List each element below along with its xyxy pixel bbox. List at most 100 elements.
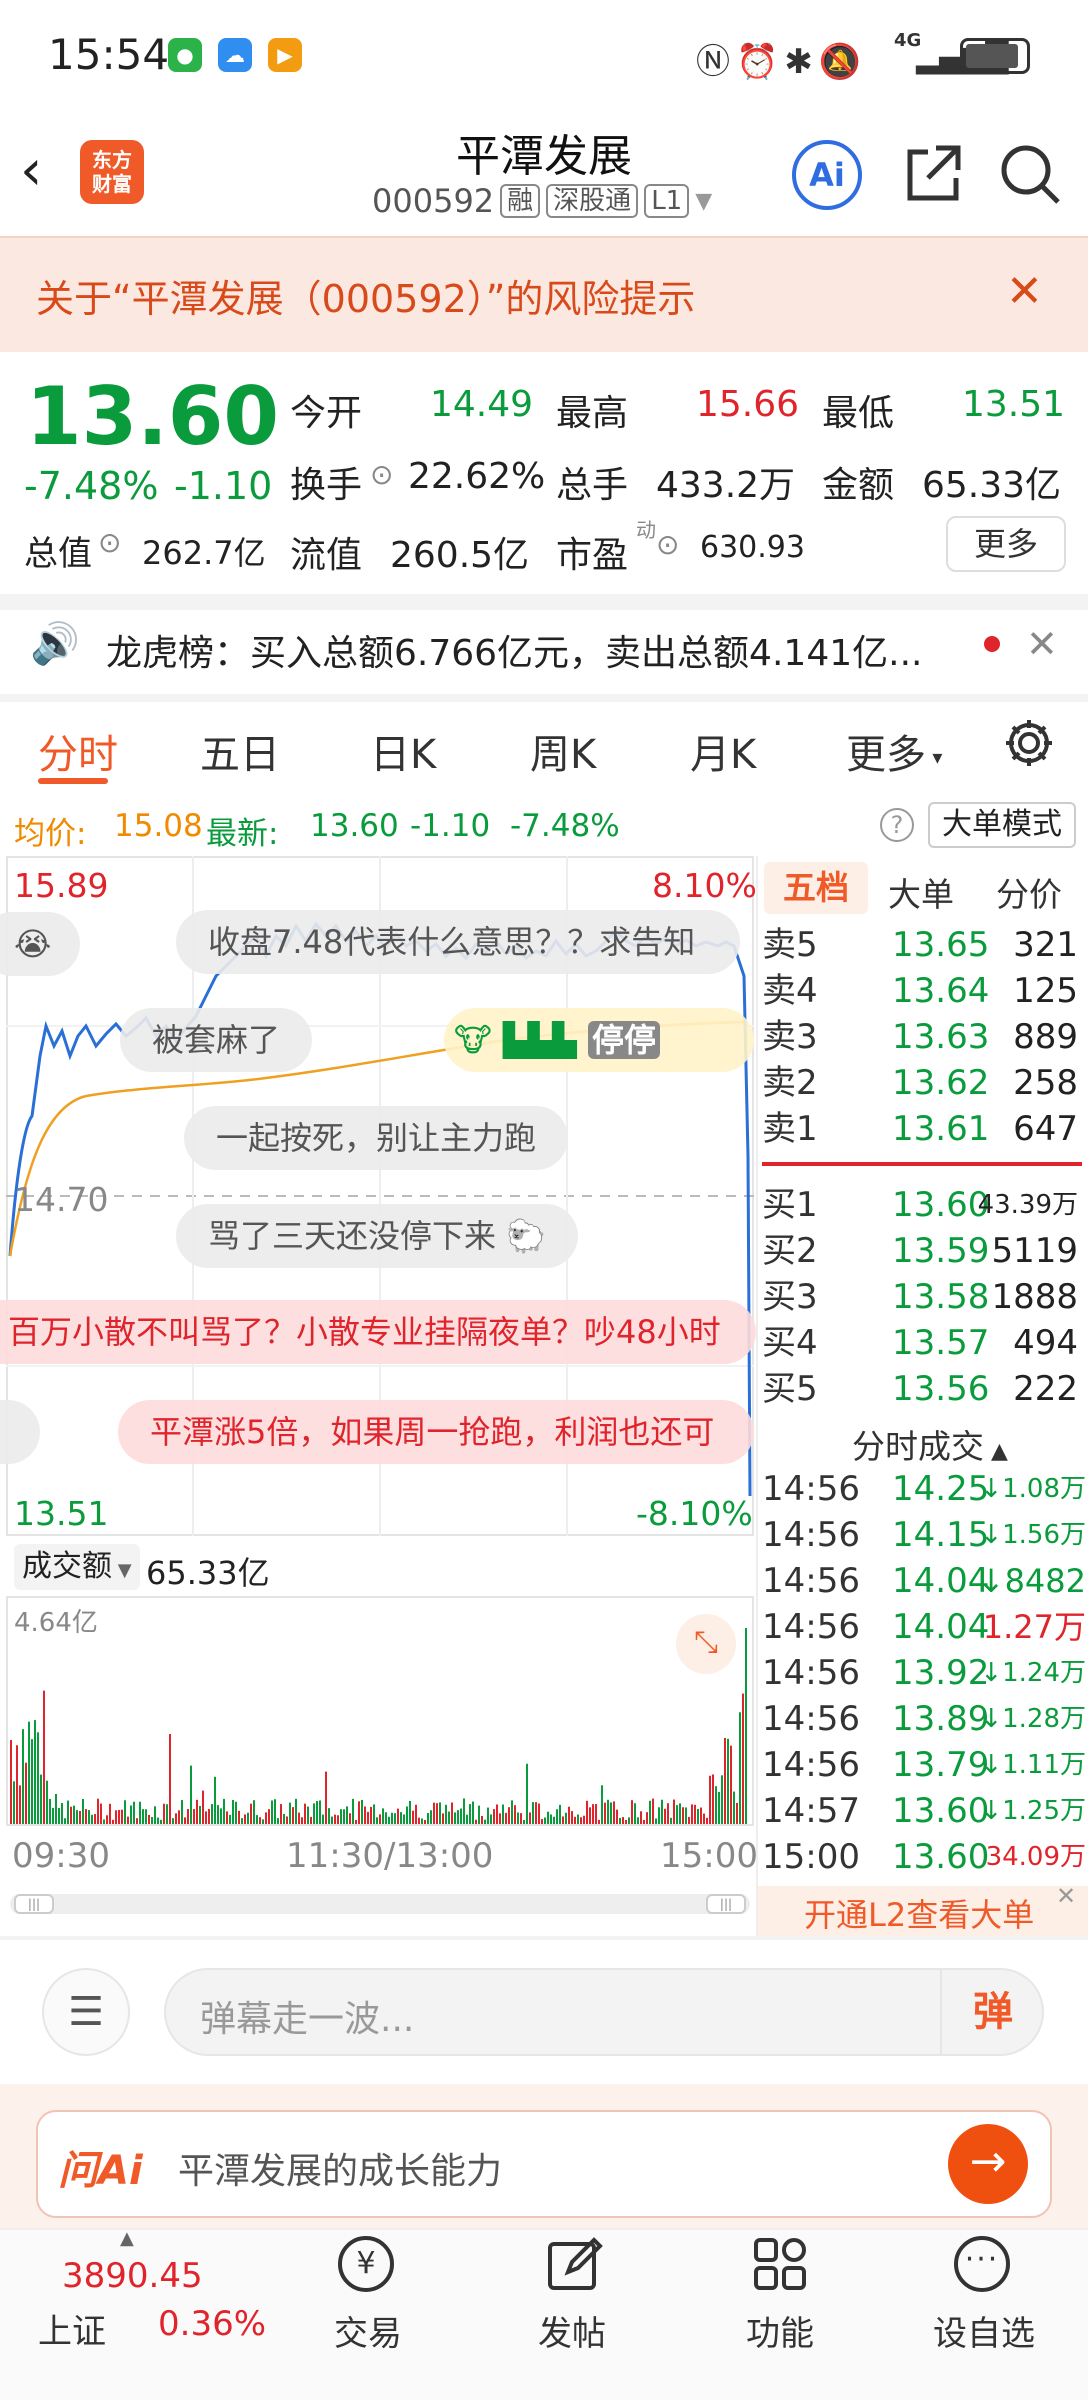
bid-row[interactable]: 买5 13.56 222 (762, 1366, 1088, 1412)
info-icon[interactable]: ⊙ (98, 526, 121, 559)
bid-row[interactable]: 买3 13.58 1888 (762, 1274, 1088, 1320)
l2-promo-text[interactable]: 开通L2查看大单 (804, 1890, 1034, 1936)
ask-row[interactable]: 卖4 13.64 125 (762, 968, 1088, 1014)
tick-time: 14:56 (762, 1469, 860, 1509)
expand-icon[interactable]: ⤡ (676, 1614, 736, 1674)
tick-row: 14:56 14.04 1.27万 (762, 1604, 1088, 1650)
share-icon[interactable] (900, 140, 966, 210)
volume-bar (373, 1804, 375, 1824)
level-price: 13.62 (892, 1063, 990, 1103)
volume-bar (532, 1802, 534, 1824)
tab-big-orders[interactable]: 大单 (888, 868, 954, 916)
level-price: 13.60 (892, 1185, 990, 1225)
dragon-tiger-text[interactable]: 龙虎榜：买入总额6.766亿元，卖出总额4.141亿... (106, 624, 922, 676)
yen-icon[interactable]: ¥ (338, 2236, 394, 2292)
danmaku-placeholder[interactable]: 弹幕走一波... (200, 1990, 414, 2042)
ticks-title[interactable]: 分时成交 ▲ (852, 1420, 1008, 1468)
volume-bar (508, 1807, 510, 1824)
tab-intraday[interactable]: 分时 (38, 722, 118, 780)
volume-bar (292, 1807, 294, 1824)
tick-time: 14:56 (762, 1515, 860, 1555)
ai-brand: 问Ai (58, 2148, 143, 2194)
search-icon[interactable] (996, 140, 1064, 212)
settings-icon[interactable] (1002, 716, 1056, 774)
chevron-down-icon: ▼ (695, 188, 713, 214)
danmaku-emoji-item[interactable]: 🐮 ▙▙▙ 停停 (444, 1008, 754, 1072)
volume-bar (187, 1809, 189, 1824)
arrow-right-icon[interactable]: → (948, 2124, 1028, 2204)
danmaku-item[interactable]: 百万小散不叫骂了？小散专业挂隔夜单？吵48小时 (0, 1300, 756, 1364)
danmaku-settings-icon[interactable]: ☰ (42, 1968, 130, 2056)
nav-post[interactable]: 发帖 (502, 2306, 642, 2355)
index-value[interactable]: 3890.45 (62, 2256, 203, 2296)
danmaku-send-button[interactable]: 弹 (940, 1968, 1044, 2056)
volume-bar (154, 1806, 156, 1824)
danmaku-item[interactable]: 一起按死，别让主力跑 (184, 1106, 569, 1170)
danmaku-item[interactable]: 被套麻了 (120, 1008, 313, 1072)
bid-row[interactable]: 买1 13.60 43.39万 (762, 1182, 1088, 1228)
level-price: 13.63 (892, 1017, 990, 1057)
low-value: 13.51 (962, 384, 1066, 425)
scroll-handle-right[interactable]: ||| (706, 1894, 746, 1914)
volume-selector[interactable]: 成交额 ▼ (14, 1544, 140, 1590)
danmaku-item[interactable]: 骂了三天还没停下来 🐑 (176, 1204, 579, 1268)
danmaku-item[interactable]: 收盘7.48代表什么意思？？求告知 (176, 910, 740, 974)
tab-monthly[interactable]: 月K (690, 722, 756, 780)
volume-bar (58, 1807, 60, 1824)
tab-five-levels[interactable]: 五档 (764, 862, 868, 914)
tab-weekly[interactable]: 周K (530, 722, 596, 780)
volume-bar (691, 1804, 693, 1824)
tick-volume: 34.09万 (985, 1842, 1086, 1872)
tab-daily[interactable]: 日K (370, 722, 436, 780)
tab-5day[interactable]: 五日 (200, 722, 280, 780)
nav-trade[interactable]: 交易 (298, 2306, 438, 2355)
tab-price-split[interactable]: 分价 (996, 868, 1062, 916)
help-icon[interactable]: ? (880, 808, 914, 842)
level-label: 卖3 (762, 1017, 818, 1057)
volume-bar (211, 1804, 213, 1824)
big-order-mode-button[interactable]: 大单模式 (928, 802, 1076, 848)
volume-value: 433.2万 (656, 465, 796, 506)
more-dots-icon[interactable]: ··· (954, 2236, 1010, 2292)
volume-bar (313, 1803, 315, 1824)
time-scrollbar[interactable]: ||| ||| (10, 1894, 750, 1914)
float-label: 流值 (290, 535, 363, 576)
crying-face-icon: 😭 (14, 925, 52, 963)
close-icon[interactable]: ✕ (1026, 622, 1058, 666)
danmaku-item[interactable]: 平潭涨5倍，如果周一抢跑，利润也还可 (118, 1400, 754, 1464)
volume-bar (43, 1690, 45, 1824)
edit-icon[interactable] (544, 2234, 604, 2298)
index-pct[interactable]: 0.36% (158, 2304, 266, 2344)
ask-row[interactable]: 卖1 13.61 647 (762, 1106, 1088, 1152)
ask-row[interactable]: 卖3 13.63 889 (762, 1014, 1088, 1060)
info-icon[interactable]: ⊙ (370, 458, 393, 491)
volume-bar (391, 1812, 393, 1824)
more-button[interactable]: 更多 (946, 516, 1066, 572)
scroll-handle-left[interactable]: ||| (14, 1894, 54, 1914)
ai-button[interactable]: Ai (792, 140, 862, 210)
mid-price-label: 14.70 (14, 1180, 109, 1219)
volume-bar (160, 1819, 162, 1824)
ask-row[interactable]: 卖2 13.62 258 (762, 1060, 1088, 1106)
close-icon[interactable]: ✕ (1006, 266, 1043, 317)
tab-more[interactable]: 更多 ▾ (846, 722, 942, 780)
ask-row[interactable]: 卖5 13.65 321 (762, 922, 1088, 968)
nav-functions[interactable]: 功能 (710, 2306, 850, 2355)
volume-bar (91, 1814, 93, 1824)
ai-query-text[interactable]: 平潭发展的成长能力 (178, 2142, 502, 2194)
close-icon[interactable]: ✕ (1056, 1882, 1076, 1910)
info-icon[interactable]: ⊙ (656, 528, 679, 561)
risk-text[interactable]: 关于“平潭发展（000592）”的风险提示 (36, 268, 695, 323)
stock-code-row[interactable]: 000592 融 深股通 L1 ▼ (372, 182, 712, 220)
nav-add-watchlist[interactable]: 设自选 (914, 2306, 1054, 2355)
index-name[interactable]: 上证 (38, 2304, 106, 2353)
volume-bar (460, 1808, 462, 1824)
bid-row[interactable]: 买4 13.57 494 (762, 1320, 1088, 1366)
bid-row[interactable]: 买2 13.59 5119 (762, 1228, 1088, 1274)
volume-bar (451, 1802, 453, 1824)
volume-bar (79, 1810, 81, 1824)
volume-bar (625, 1819, 627, 1824)
volume-bar (724, 1737, 726, 1824)
volume-bar (649, 1800, 651, 1824)
grid-icon[interactable] (750, 2234, 810, 2298)
